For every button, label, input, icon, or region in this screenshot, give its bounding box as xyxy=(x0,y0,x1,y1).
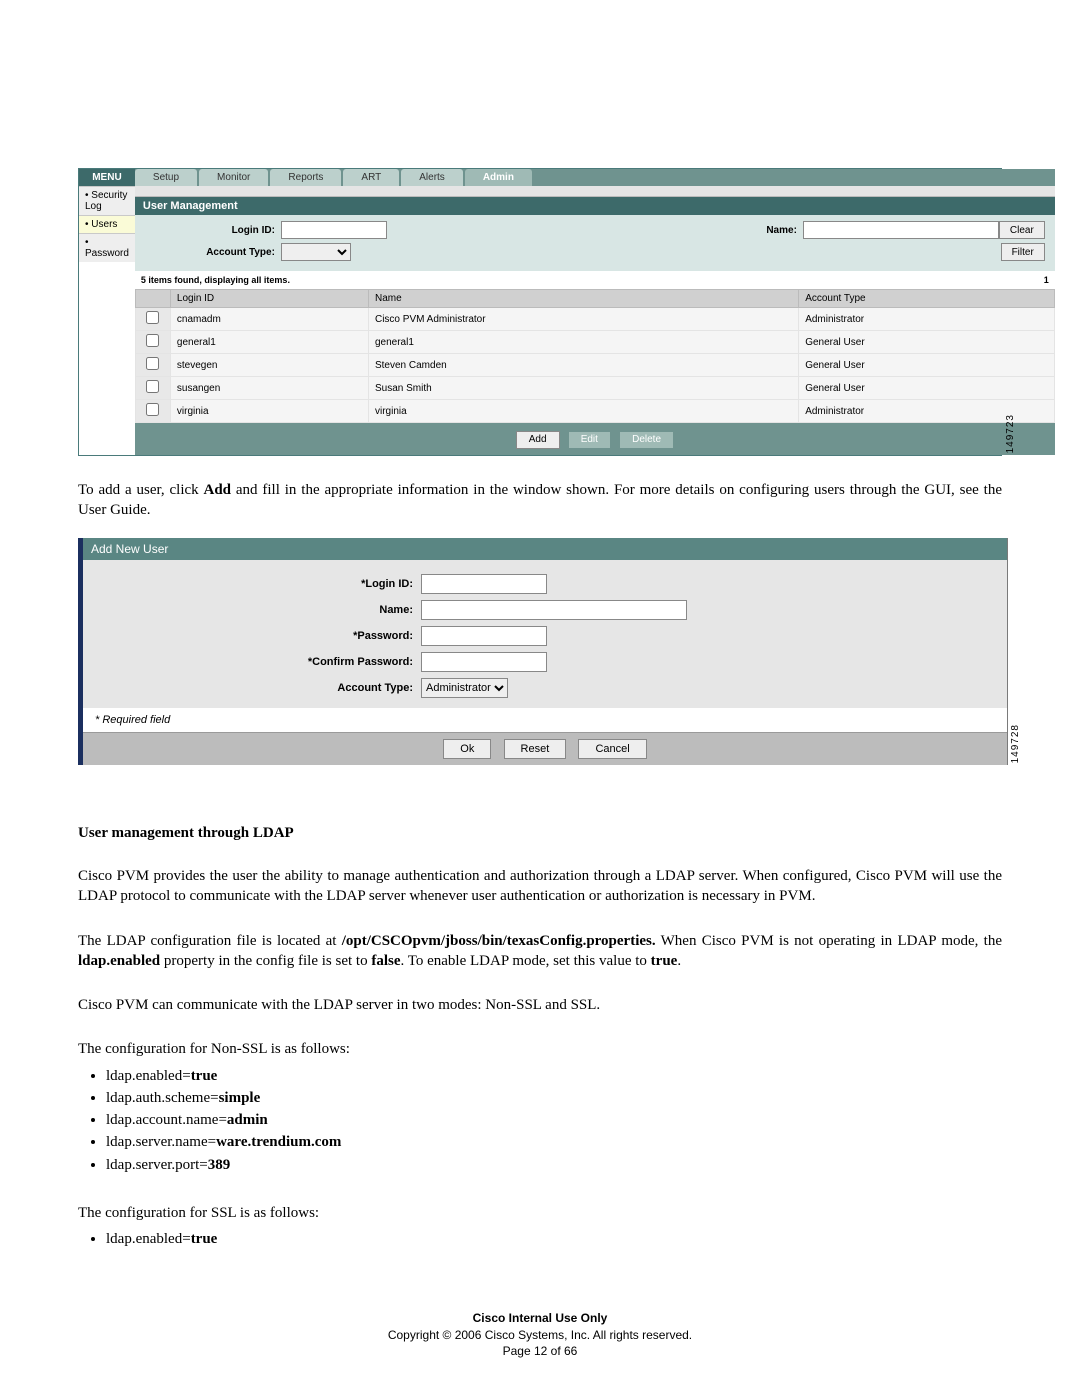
row-checkbox[interactable] xyxy=(146,380,159,393)
add-user-button-bar: Ok Reset Cancel xyxy=(83,732,1007,765)
ssl-config-list: ldap.enabled=true xyxy=(106,1229,1002,1249)
image-id: 149728 xyxy=(1010,724,1021,763)
config-line: ldap.account.name=admin xyxy=(106,1110,1002,1130)
col-header[interactable]: Login ID xyxy=(170,290,368,308)
menu-header: MENU xyxy=(79,169,135,186)
tab-reports[interactable]: Reports xyxy=(270,169,341,186)
login-id-label: Login ID: xyxy=(145,225,281,236)
cell: General User xyxy=(799,354,1055,377)
cell: virginia xyxy=(368,400,798,423)
section-title: User Management xyxy=(135,197,1055,215)
add-name-input[interactable] xyxy=(421,600,687,620)
cell: general1 xyxy=(368,331,798,354)
filter-button[interactable]: Filter xyxy=(1001,243,1045,261)
reset-button[interactable]: Reset xyxy=(504,739,567,759)
body-paragraph: To add a user, click Add and fill in the… xyxy=(78,480,1002,521)
ldap-para2: The LDAP configuration file is located a… xyxy=(78,931,1002,972)
add-user-title: Add New User xyxy=(83,538,1007,560)
ok-button[interactable]: Ok xyxy=(443,739,491,759)
ldap-para4: The configuration for Non-SSL is as foll… xyxy=(78,1039,1002,1059)
account-type-select[interactable] xyxy=(281,243,351,261)
account-type-label: Account Type: xyxy=(145,247,281,258)
col-header[interactable]: Name xyxy=(368,290,798,308)
cell: Susan Smith xyxy=(368,377,798,400)
table-row: virginiavirginiaAdministrator xyxy=(135,400,1054,423)
row-checkbox[interactable] xyxy=(146,357,159,370)
cell: Cisco PVM Administrator xyxy=(368,308,798,331)
users-table: Login IDNameAccount Type cnamadmCisco PV… xyxy=(135,289,1055,423)
tab-setup[interactable]: Setup xyxy=(135,169,197,186)
table-row: cnamadmCisco PVM AdministratorAdministra… xyxy=(135,308,1054,331)
ldap-para1: Cisco PVM provides the user the ability … xyxy=(78,866,1002,907)
cell: susangen xyxy=(170,377,368,400)
table-row: stevegenSteven CamdenGeneral User xyxy=(135,354,1054,377)
image-id: 149723 xyxy=(1005,414,1016,453)
cancel-button[interactable]: Cancel xyxy=(578,739,646,759)
row-checkbox[interactable] xyxy=(146,334,159,347)
cell: stevegen xyxy=(170,354,368,377)
config-line: ldap.server.name=ware.trendium.com xyxy=(106,1132,1002,1152)
page-footer: Cisco Internal Use Only Copyright © 2006… xyxy=(0,1310,1080,1359)
config-line: ldap.auth.scheme=simple xyxy=(106,1088,1002,1108)
cell: general1 xyxy=(170,331,368,354)
ldap-para5: The configuration for SSL is as follows: xyxy=(78,1203,1002,1223)
tab-art[interactable]: ART xyxy=(343,169,399,186)
config-line: ldap.server.port=389 xyxy=(106,1155,1002,1175)
top-tabs: SetupMonitorReportsARTAlertsAdmin xyxy=(135,169,1055,186)
name-input[interactable] xyxy=(803,221,999,239)
add-button[interactable]: Add xyxy=(516,431,560,449)
clear-button[interactable]: Clear xyxy=(999,221,1045,239)
edit-button: Edit xyxy=(568,431,611,449)
name-label: Name: xyxy=(747,225,803,236)
cell: General User xyxy=(799,331,1055,354)
table-row: susangenSusan SmithGeneral User xyxy=(135,377,1054,400)
login-id-input[interactable] xyxy=(281,221,387,239)
tab-admin[interactable]: Admin xyxy=(465,169,532,186)
cell: General User xyxy=(799,377,1055,400)
add-password-input[interactable] xyxy=(421,626,547,646)
tab-alerts[interactable]: Alerts xyxy=(401,169,463,186)
config-line: ldap.enabled=true xyxy=(106,1229,1002,1249)
menu-item[interactable]: • Security Log xyxy=(79,186,135,215)
cell: Steven Camden xyxy=(368,354,798,377)
table-caption: 5 items found, displaying all items. 1 xyxy=(135,271,1055,289)
add-name-label: Name: xyxy=(93,604,421,616)
add-login-id-input[interactable] xyxy=(421,574,547,594)
filter-panel: Login ID: Name: Clear Account Type: Filt… xyxy=(135,215,1055,271)
add-confirm-password-input[interactable] xyxy=(421,652,547,672)
delete-button: Delete xyxy=(619,431,674,449)
table-action-bar: Add Edit Delete xyxy=(135,423,1055,455)
add-account-type-label: Account Type: xyxy=(93,682,421,694)
tab-monitor[interactable]: Monitor xyxy=(199,169,268,186)
cell: cnamadm xyxy=(170,308,368,331)
row-checkbox[interactable] xyxy=(146,311,159,324)
nonssl-config-list: ldap.enabled=trueldap.auth.scheme=simple… xyxy=(106,1066,1002,1175)
config-line: ldap.enabled=true xyxy=(106,1066,1002,1086)
menu-item[interactable]: • Password xyxy=(79,233,135,262)
table-row: general1general1General User xyxy=(135,331,1054,354)
cell: Administrator xyxy=(799,308,1055,331)
add-new-user-screenshot: Add New User *Login ID: Name: *Password:… xyxy=(78,538,1008,765)
add-login-id-label: *Login ID: xyxy=(93,578,421,590)
menu-item[interactable]: • Users xyxy=(79,215,135,233)
ldap-heading: User management through LDAP xyxy=(78,825,1002,842)
add-password-label: *Password: xyxy=(93,630,421,642)
cell: virginia xyxy=(170,400,368,423)
add-account-type-select[interactable]: Administrator xyxy=(421,678,508,698)
user-management-screenshot: MENU • Security Log• Users• Password Set… xyxy=(78,168,1002,456)
ldap-para3: Cisco PVM can communicate with the LDAP … xyxy=(78,995,1002,1015)
add-confirm-password-label: *Confirm Password: xyxy=(93,656,421,668)
left-menu: MENU • Security Log• Users• Password xyxy=(79,169,135,455)
required-note: * Required field xyxy=(83,708,1007,732)
col-header[interactable]: Account Type xyxy=(799,290,1055,308)
row-checkbox[interactable] xyxy=(146,403,159,416)
